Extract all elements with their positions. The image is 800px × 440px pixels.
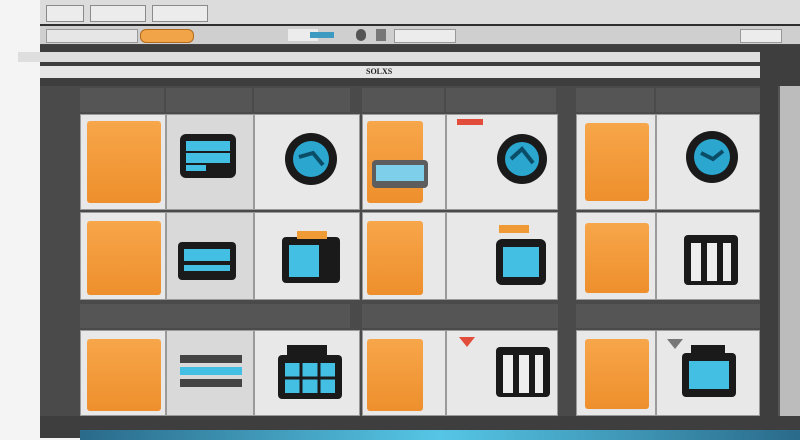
toolbar	[40, 26, 800, 45]
file-tile[interactable]	[656, 114, 760, 210]
folder-icon	[87, 121, 161, 203]
tab-bar	[40, 0, 800, 26]
section-header-2	[362, 304, 558, 328]
file-grid	[40, 86, 760, 416]
file-tile[interactable]	[166, 330, 254, 416]
file-tile[interactable]	[80, 330, 166, 416]
file-tile[interactable]	[80, 212, 166, 300]
status-glow-bar	[80, 430, 800, 440]
box-icon	[496, 225, 546, 285]
tab-1[interactable]	[46, 5, 84, 22]
disc-icon	[285, 133, 337, 185]
section-header-3	[576, 304, 760, 328]
toolbar-field[interactable]	[46, 29, 138, 43]
column-header-1b	[166, 88, 252, 112]
toolbar-indicator	[310, 32, 334, 38]
file-tile[interactable]	[166, 114, 254, 210]
window-icon	[282, 231, 340, 283]
file-tile[interactable]	[166, 212, 254, 300]
file-tile[interactable]	[254, 114, 360, 210]
stack-icon	[180, 355, 242, 387]
column-header-1	[80, 88, 164, 112]
gate-icon	[684, 235, 738, 285]
file-tile[interactable]	[362, 330, 446, 416]
folder-icon	[367, 221, 423, 295]
file-tile[interactable]	[656, 212, 760, 300]
folder-icon	[367, 339, 423, 411]
disc-icon	[686, 131, 738, 183]
sub-bar: SOLXS	[40, 66, 760, 78]
server-icon	[278, 345, 342, 399]
caret-icon	[667, 339, 683, 349]
file-tile[interactable]	[362, 212, 446, 300]
column-header-2	[362, 88, 444, 112]
file-tile[interactable]	[576, 114, 656, 210]
disc-icon	[497, 134, 547, 184]
tab-3[interactable]	[152, 5, 208, 22]
section-header-1	[80, 304, 350, 328]
toolbar-search-field[interactable]	[394, 29, 456, 43]
toolbar-right-field[interactable]	[740, 29, 782, 43]
file-tile[interactable]	[576, 212, 656, 300]
toolbar-dot-icon[interactable]	[356, 29, 366, 41]
folder-icon	[585, 223, 649, 293]
file-tile[interactable]	[576, 330, 656, 416]
gate-icon	[496, 347, 550, 397]
right-scroll-panel[interactable]	[778, 86, 800, 416]
file-tile[interactable]	[446, 114, 558, 210]
flag-icon	[457, 119, 483, 125]
folder-icon	[87, 339, 161, 411]
subbar-title: SOLXS	[366, 67, 393, 76]
file-tile[interactable]	[80, 114, 166, 210]
tab-2[interactable]	[90, 5, 146, 22]
file-tile[interactable]	[254, 330, 360, 416]
box-icon	[682, 345, 736, 397]
device-icon	[180, 134, 236, 178]
toolbar-toggle-icon[interactable]	[376, 29, 386, 41]
file-tile[interactable]	[446, 330, 558, 416]
folder-icon	[585, 123, 649, 201]
drive-icon	[178, 242, 236, 280]
column-header-1c	[254, 88, 350, 112]
toolbar-right-label	[684, 29, 724, 41]
toolbar-action-button[interactable]	[140, 29, 194, 43]
column-header-2b	[446, 88, 556, 112]
path-bar	[18, 52, 760, 62]
folder-icon	[87, 221, 161, 295]
file-tile[interactable]	[362, 114, 446, 210]
column-header-3b	[656, 88, 760, 112]
dialog-icon	[372, 160, 428, 188]
file-tile[interactable]	[254, 212, 360, 300]
file-tile[interactable]	[656, 330, 760, 416]
folder-icon	[585, 339, 649, 409]
column-header-3	[576, 88, 654, 112]
caret-icon	[459, 337, 475, 347]
file-tile[interactable]	[446, 212, 558, 300]
